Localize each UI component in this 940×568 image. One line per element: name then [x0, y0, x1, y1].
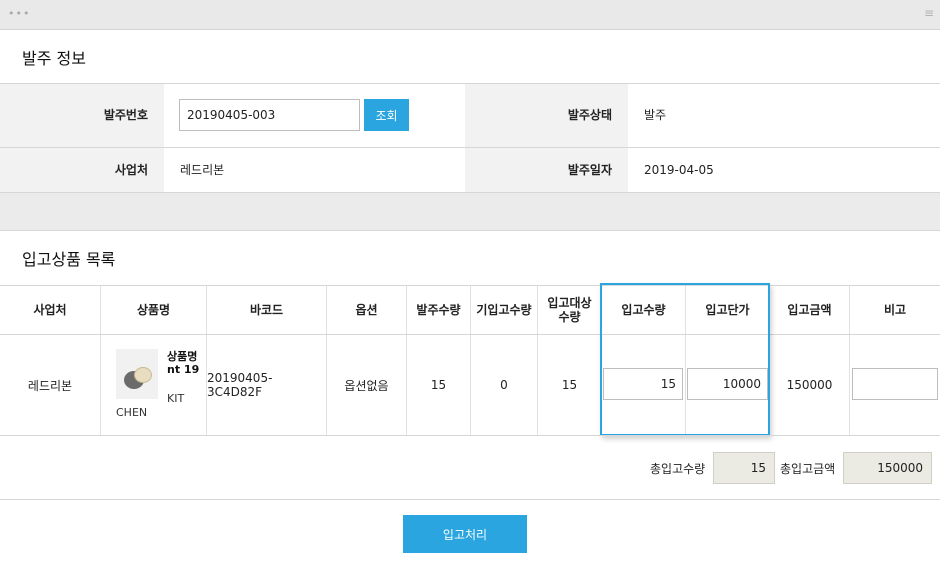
order-no-input[interactable] [179, 99, 360, 131]
process-receipt-button[interactable]: 입고처리 [403, 515, 527, 553]
order-no-label: 발주번호 [0, 84, 164, 147]
th-unit-price: 입고단가 [705, 303, 750, 317]
note-input[interactable] [852, 368, 938, 400]
th-receive-qty: 입고수량 [621, 303, 666, 317]
order-status-label: 발주상태 [465, 84, 628, 147]
order-info-title: 발주 정보 [22, 49, 86, 68]
receive-qty-input[interactable] [603, 368, 683, 400]
lookup-button[interactable]: 조회 [364, 99, 409, 131]
cell-supplier: 레드리본 [27, 378, 73, 393]
cell-target-qty: 15 [561, 378, 578, 392]
cell-barcode: 20190405-3C4D82F [207, 371, 273, 399]
table-bottom-border [0, 435, 940, 436]
hamburger-menu-icon[interactable]: ≡ [924, 6, 934, 20]
order-status-value: 발주 [644, 108, 667, 122]
unit-price-input[interactable] [687, 368, 768, 400]
th-prev-received-qty: 기입고수량 [476, 303, 532, 317]
cell-prev-received-qty: 0 [500, 378, 508, 392]
order-date-value: 2019-04-05 [644, 163, 714, 177]
total-qty-label: 총입고수량 [650, 462, 706, 476]
divider [0, 230, 940, 231]
th-supplier: 사업처 [33, 303, 67, 317]
th-order-qty: 발주수량 [416, 303, 461, 317]
cell-amount: 150000 [786, 378, 833, 392]
product-name-link[interactable]: 상품명nt 19 [167, 350, 203, 376]
total-amount-label: 총입고금액 [780, 462, 836, 476]
divider [0, 499, 940, 500]
th-amount: 입고금액 [787, 303, 832, 317]
section-separator [0, 193, 940, 230]
window-titlebar: ••• ≡ [0, 0, 940, 30]
window-dots-icon: ••• [8, 7, 31, 20]
supplier-label: 사업처 [0, 148, 164, 192]
product-variant: KIT [167, 392, 185, 405]
cell-option: 옵션없음 [344, 378, 389, 393]
total-qty-field: 15 [713, 452, 775, 484]
th-product-name: 상품명 [136, 303, 171, 317]
receipt-list-title: 입고상품 목록 [22, 250, 116, 269]
cell-order-qty: 15 [430, 378, 447, 392]
product-brand: CHEN [116, 406, 148, 419]
th-note: 비고 [883, 303, 907, 317]
th-option: 옵션 [355, 303, 378, 317]
product-image-shape [134, 367, 152, 383]
th-target-qty: 입고대상 수량 [547, 296, 592, 324]
th-barcode: 바코드 [249, 303, 284, 317]
supplier-value: 레드리본 [180, 163, 225, 177]
product-thumbnail[interactable] [116, 349, 158, 399]
total-amount-field: 150000 [843, 452, 932, 484]
order-date-label: 발주일자 [465, 148, 628, 192]
